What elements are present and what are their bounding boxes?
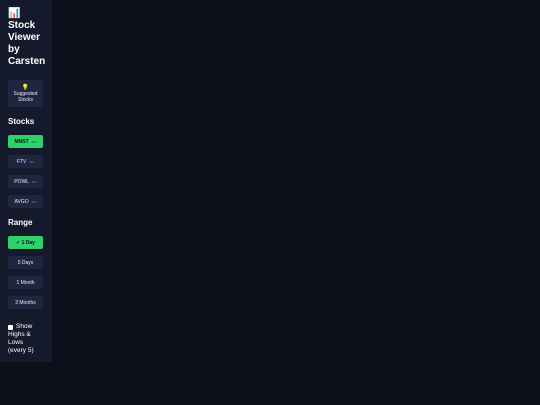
- highs-lows-label-2: Highs &: [8, 331, 31, 338]
- more-icon[interactable]: •••: [32, 199, 37, 204]
- suggested-stocks-label-2: Stocks: [17, 96, 33, 103]
- stock-button-ftv[interactable]: FTV •••: [8, 155, 43, 168]
- chart-icon: 📊: [8, 8, 21, 19]
- highs-lows-label-3: Lows: [8, 339, 24, 346]
- more-icon[interactable]: •••: [32, 179, 37, 184]
- stock-label: MNST: [14, 138, 29, 145]
- app-title-line: by: [8, 44, 20, 55]
- range-button-1-month[interactable]: 1 Month: [8, 276, 43, 289]
- app-title-line: Viewer: [8, 32, 41, 43]
- app-title-line: Stock: [8, 20, 36, 31]
- range-label: 1 Month: [16, 279, 35, 286]
- highs-lows-checkbox[interactable]: [8, 324, 13, 330]
- range-button-5-days[interactable]: 5 Days: [8, 256, 43, 269]
- range-label: 5 Days: [17, 259, 34, 266]
- stock-label: AVGO: [14, 198, 29, 205]
- stock-label: FTV: [16, 158, 27, 165]
- stock-button-powl[interactable]: POWL •••: [8, 175, 43, 188]
- highs-lows-label-1: Show: [16, 323, 33, 330]
- stock-label: POWL: [14, 178, 29, 185]
- app-title-line: Carsten: [8, 56, 46, 67]
- suggested-stocks-button[interactable]: 💡 Suggested Stocks: [8, 80, 43, 107]
- range-heading: Range: [8, 218, 33, 227]
- highs-lows-label-4: (every 5): [8, 347, 34, 354]
- stocks-heading: Stocks: [8, 117, 35, 126]
- stock-button-avgo[interactable]: AVGO •••: [8, 195, 43, 208]
- range-label: 3 Months: [15, 299, 36, 306]
- more-icon[interactable]: •••: [29, 159, 34, 164]
- range-label: ✓ 1 Day: [16, 239, 35, 246]
- more-icon[interactable]: •••: [32, 139, 37, 144]
- app-title: 📊 Stock Viewer by Carsten: [8, 8, 52, 68]
- stock-button-mnst[interactable]: MNST •••: [8, 135, 43, 148]
- range-button-3-months[interactable]: 3 Months: [8, 296, 43, 309]
- range-button-1-day[interactable]: ✓ 1 Day: [8, 236, 43, 249]
- highs-lows-toggle[interactable]: Show Highs & Lows (every 5): [8, 323, 52, 355]
- sidebar: 📊 Stock Viewer by Carsten 💡 Suggested St…: [0, 0, 52, 362]
